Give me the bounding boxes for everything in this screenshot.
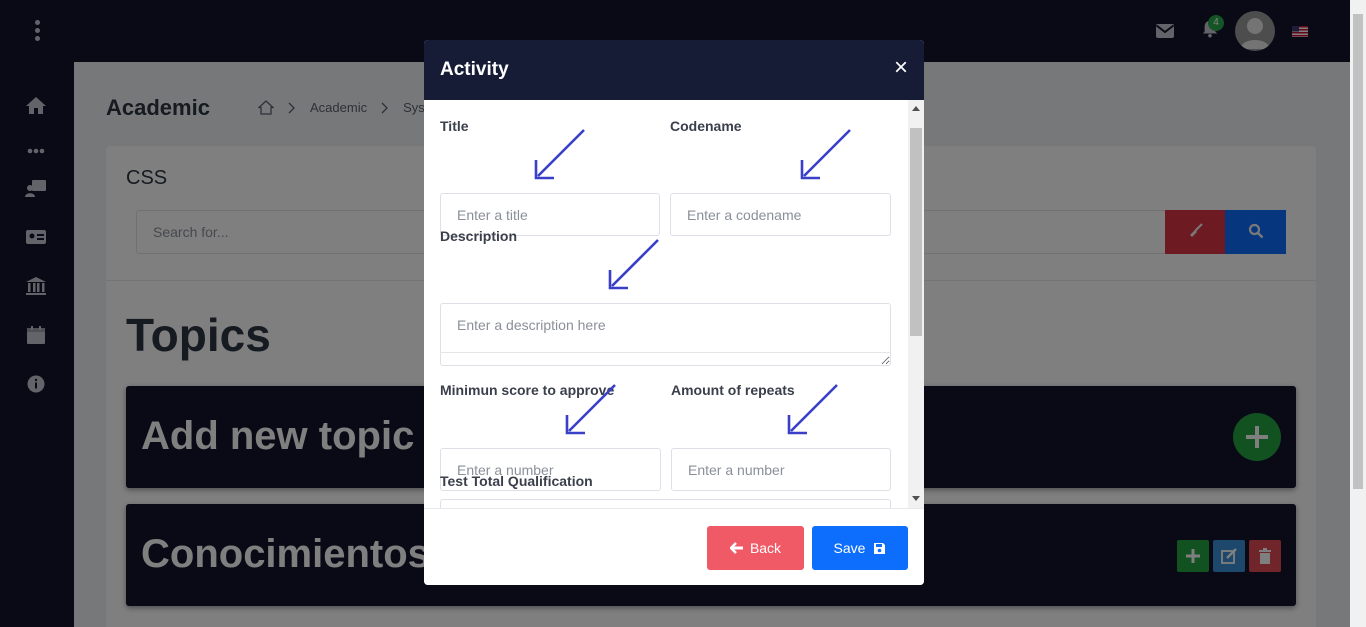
test-total-field[interactable] [440, 499, 891, 508]
annotation-arrow-icon [608, 239, 659, 290]
annotation-arrow-icon [565, 384, 616, 435]
description-label: Description [440, 228, 518, 244]
codename-field[interactable] [670, 193, 891, 236]
back-button[interactable]: Back [707, 526, 804, 570]
repeats-field[interactable] [671, 448, 891, 491]
save-label: Save [833, 540, 866, 556]
repeats-label: Amount of repeats [671, 382, 795, 398]
codename-label: Codename [670, 118, 742, 134]
page-scrollbar[interactable] [1350, 0, 1366, 627]
activity-modal: Activity × Title Codename Description Mi… [424, 40, 924, 585]
arrow-left-icon [729, 542, 743, 554]
annotation-arrow-icon [787, 384, 838, 435]
save-button[interactable]: Save [812, 526, 908, 570]
annotation-arrow-icon [800, 129, 851, 180]
modal-title: Activity [440, 59, 509, 80]
close-icon[interactable]: × [890, 56, 912, 80]
description-field[interactable] [440, 303, 891, 366]
title-label: Title [440, 118, 469, 134]
modal-header: Activity × [424, 40, 924, 100]
back-label: Back [749, 540, 782, 556]
annotation-arrow-icon [534, 129, 585, 180]
test-total-label: Test Total Qualification [440, 473, 593, 489]
modal-scrollbar[interactable] [908, 100, 924, 508]
modal-footer: Back Save [424, 508, 924, 585]
floppy-disk-icon [874, 542, 886, 554]
divider [440, 352, 890, 353]
